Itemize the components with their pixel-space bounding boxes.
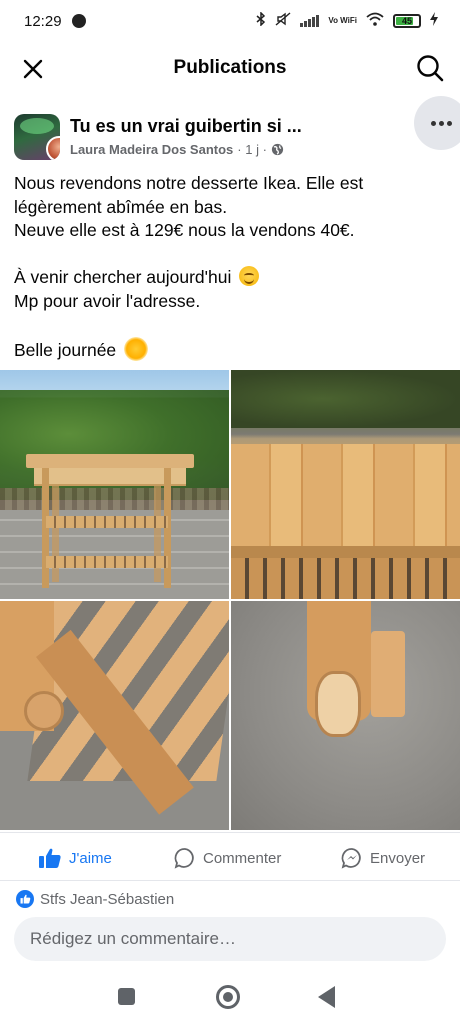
comment-placeholder: Rédigez un commentaire… bbox=[30, 929, 236, 948]
divider bbox=[0, 832, 460, 833]
thumbs-up-icon bbox=[39, 848, 61, 868]
post-text-line-emoji: Belle journée bbox=[14, 336, 444, 363]
system-nav-bar bbox=[0, 975, 460, 1024]
messenger-icon bbox=[341, 848, 361, 869]
comment-input[interactable]: Rédigez un commentaire… bbox=[14, 917, 446, 961]
post-text-line bbox=[14, 243, 444, 267]
group-name[interactable]: Tu es un vrai guibertin si ... bbox=[70, 116, 302, 137]
more-options-button[interactable] bbox=[414, 96, 460, 150]
status-time: 12:29 bbox=[24, 13, 62, 30]
sun-emoji-icon bbox=[124, 336, 149, 361]
send-label: Envoyer bbox=[370, 849, 426, 867]
status-bar: 12:29 Vo WiFi 45 bbox=[0, 0, 460, 44]
post-text-line: Mp pour avoir l'adresse. bbox=[14, 290, 201, 311]
author-name[interactable]: Laura Madeira Dos Santos bbox=[70, 142, 233, 157]
comment-button[interactable]: Commenter bbox=[174, 844, 281, 872]
app-header: Publications bbox=[0, 44, 460, 92]
vowifi-label: Vo WiFi bbox=[328, 15, 357, 25]
signal-icon bbox=[300, 14, 320, 27]
send-button[interactable]: Envoyer bbox=[341, 844, 425, 872]
liked-by-name: Stfs Jean-Sébastien bbox=[40, 890, 175, 908]
like-button[interactable]: J'aime bbox=[38, 844, 112, 872]
post-text-line: Belle journée bbox=[14, 339, 117, 360]
post-text: Nous revendons notre desserte Ikea. Elle… bbox=[14, 172, 444, 362]
post-meta: Laura Madeira Dos Santos · 1 j · bbox=[70, 142, 284, 157]
status-icons: Vo WiFi 45 bbox=[256, 11, 438, 29]
search-button[interactable] bbox=[414, 52, 446, 84]
battery-level: 45 bbox=[401, 15, 412, 26]
smile-emoji-icon bbox=[239, 266, 260, 286]
like-reaction-icon bbox=[16, 890, 34, 908]
no-sound-icon bbox=[275, 12, 291, 29]
bluetooth-icon bbox=[256, 11, 266, 29]
post-text-line: légèrement abîmée en bas. bbox=[14, 196, 228, 217]
post-text-line: À venir chercher aujourd'hui bbox=[14, 267, 232, 287]
group-avatar[interactable] bbox=[14, 114, 60, 160]
post-time: · 1 j · bbox=[237, 142, 267, 157]
globe-icon bbox=[271, 143, 284, 156]
photo-kitchen-cart[interactable] bbox=[0, 370, 229, 599]
like-label: J'aime bbox=[69, 849, 112, 867]
more-icon bbox=[430, 120, 436, 126]
post-actions: J'aime Commenter Envoyer bbox=[0, 836, 460, 880]
home-icon bbox=[223, 992, 233, 1002]
comment-label: Commenter bbox=[203, 849, 282, 867]
photo-damaged-leg[interactable] bbox=[0, 601, 229, 830]
post-text-line: Neuve elle est à 129€ nous la vendons 40… bbox=[14, 220, 355, 240]
comment-icon bbox=[174, 848, 194, 869]
post-text-line bbox=[14, 313, 444, 337]
post-text-line-emoji: À venir chercher aujourd'hui bbox=[14, 266, 444, 290]
recent-apps-button[interactable] bbox=[118, 988, 135, 1005]
charging-icon bbox=[430, 12, 438, 29]
search-icon bbox=[417, 55, 444, 82]
post-text-line: Nous revendons notre desserte Ikea. Elle… bbox=[14, 173, 364, 193]
battery-icon: 45 bbox=[393, 13, 421, 28]
photo-damaged-wheel[interactable] bbox=[231, 601, 460, 830]
reactions-summary[interactable]: Stfs Jean-Sébastien bbox=[16, 890, 174, 908]
divider bbox=[0, 880, 460, 881]
home-button[interactable] bbox=[216, 985, 240, 1009]
post-header: Tu es un vrai guibertin si ... Laura Mad… bbox=[0, 96, 460, 166]
photo-grid bbox=[0, 370, 460, 830]
photo-cart-top[interactable] bbox=[231, 370, 460, 599]
wifi-icon bbox=[366, 12, 384, 29]
back-button[interactable] bbox=[318, 986, 335, 1008]
author-avatar[interactable] bbox=[46, 136, 60, 160]
page-title: Publications bbox=[173, 57, 287, 78]
notification-icon bbox=[72, 14, 86, 28]
